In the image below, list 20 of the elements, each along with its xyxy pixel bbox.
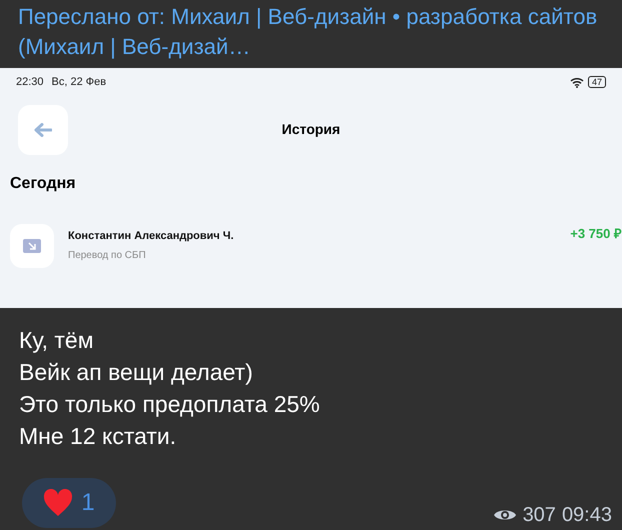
battery-indicator: 47: [588, 76, 606, 88]
forwarded-from-link[interactable]: Переслано от: Михаил | Веб-дизайн • разработка сайтов (Михаил | Веб-дизай…: [0, 0, 622, 68]
back-arrow-icon: [34, 122, 52, 136]
message-line: Это только предоплата 25%: [19, 390, 320, 419]
status-time: 22:30: [16, 75, 44, 90]
wifi-icon: [570, 76, 584, 88]
section-heading: Сегодня: [9, 174, 77, 194]
message-time: 09:43: [562, 503, 612, 528]
heart-icon: [43, 489, 74, 517]
payer-name: Константин Александрович Ч.: [68, 229, 234, 244]
heart-reaction-button[interactable]: 1: [22, 478, 116, 528]
message-line: Вейк ап вещи делает): [19, 358, 253, 387]
transaction-type: Перевод по СБП: [68, 248, 146, 263]
view-count: 307: [522, 503, 556, 528]
status-date: Вс, 22 Фев: [52, 75, 106, 90]
screen-title: История: [282, 120, 340, 139]
message-line: Мне 12 кстати.: [19, 422, 176, 451]
transaction-amount: +3 750 ₽: [570, 224, 622, 242]
back-button[interactable]: [18, 104, 68, 154]
message-line: Ку, тём: [19, 326, 94, 355]
